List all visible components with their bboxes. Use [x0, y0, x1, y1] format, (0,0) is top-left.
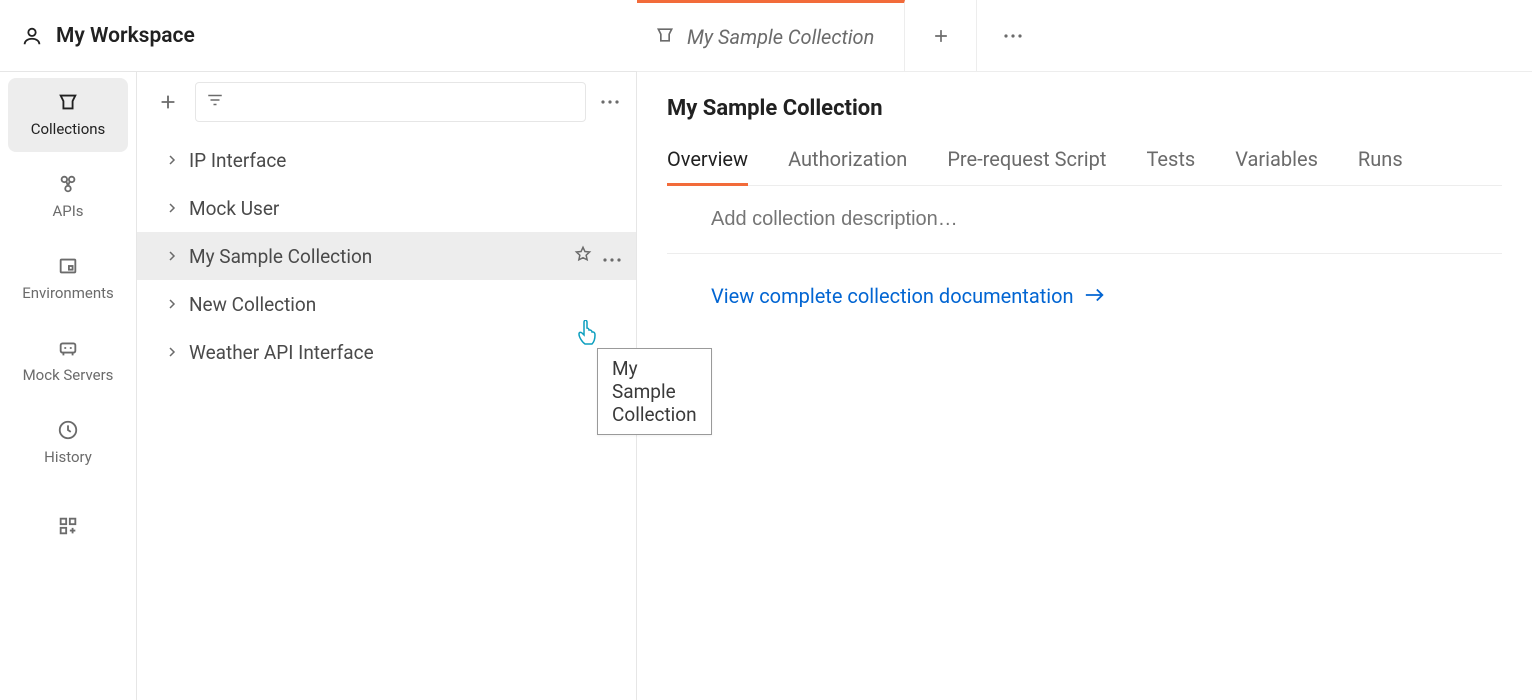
- collection-row-label: New Collection: [189, 293, 316, 316]
- sidebar-item-apis[interactable]: APIs: [8, 160, 128, 234]
- sidebar-item-more[interactable]: [8, 508, 128, 544]
- tab-more-button[interactable]: [977, 0, 1049, 71]
- arrow-right-icon: [1084, 284, 1106, 308]
- collection-row-label: My Sample Collection: [189, 245, 372, 268]
- chevron-right-icon: [161, 298, 183, 310]
- subtab-runs[interactable]: Runs: [1358, 147, 1403, 185]
- workspace-switcher[interactable]: My Workspace: [20, 24, 195, 48]
- workspace-title: My Workspace: [56, 24, 195, 48]
- apis-icon: [56, 172, 80, 196]
- collection-row[interactable]: Mock User: [137, 184, 636, 232]
- sidebar-item-label: Collections: [31, 120, 106, 138]
- sidebar-item-environments[interactable]: Environments: [8, 242, 128, 316]
- chevron-right-icon: [161, 154, 183, 166]
- chevron-right-icon: [161, 250, 183, 262]
- sidebar-item-label: History: [44, 448, 92, 466]
- collection-row[interactable]: New Collection: [137, 280, 636, 328]
- doc-link-label: View complete collection documentation: [711, 284, 1074, 308]
- grid-plus-icon: [56, 514, 80, 538]
- subtab-overview[interactable]: Overview: [667, 147, 748, 185]
- chevron-right-icon: [161, 202, 183, 214]
- user-icon: [20, 24, 44, 48]
- collection-row-selected[interactable]: My Sample Collection: [137, 232, 636, 280]
- description-input[interactable]: [711, 208, 1502, 231]
- collection-icon: [655, 25, 675, 50]
- description-row: [667, 186, 1502, 254]
- row-more-icon[interactable]: [602, 245, 622, 268]
- tab-bar: My Sample Collection: [637, 0, 1532, 72]
- tab-add-button[interactable]: [905, 0, 977, 71]
- collection-list-more-button[interactable]: [596, 88, 624, 116]
- view-documentation-link[interactable]: View complete collection documentation: [711, 284, 1106, 308]
- collection-row-label: Mock User: [189, 197, 279, 220]
- sidebar-item-label: Environments: [22, 284, 114, 302]
- tab-collection[interactable]: My Sample Collection: [637, 0, 905, 71]
- filter-icon: [206, 91, 224, 113]
- collection-list-panel: IP Interface Mock User My Sample Collect…: [137, 72, 637, 700]
- chevron-right-icon: [161, 346, 183, 358]
- filter-input[interactable]: [195, 82, 586, 122]
- collection-row-label: IP Interface: [189, 149, 286, 172]
- collection-row-actions: [574, 245, 636, 268]
- mock-servers-icon: [56, 336, 80, 360]
- sidebar-item-label: APIs: [52, 202, 83, 220]
- collection-row[interactable]: IP Interface: [137, 136, 636, 184]
- sidebar: Collections APIs Environments: [0, 72, 137, 700]
- environments-icon: [56, 254, 80, 278]
- subtab-variables[interactable]: Variables: [1235, 147, 1318, 185]
- collection-subtabs: Overview Authorization Pre-request Scrip…: [667, 147, 1502, 186]
- sidebar-item-mock-servers[interactable]: Mock Servers: [8, 324, 128, 398]
- main-panel: My Sample Collection My Sample Collectio…: [637, 72, 1532, 700]
- history-icon: [56, 418, 80, 442]
- collection-list-toolbar: [137, 72, 636, 130]
- collection-row-label: Weather API Interface: [189, 341, 374, 364]
- add-collection-button[interactable]: [151, 82, 185, 122]
- collection-content: My Sample Collection Overview Authorizat…: [637, 72, 1532, 700]
- doc-link-row: View complete collection documentation: [667, 254, 1502, 308]
- tab-label: My Sample Collection: [687, 25, 874, 49]
- subtab-pre-request-script[interactable]: Pre-request Script: [947, 147, 1106, 185]
- collection-title: My Sample Collection: [667, 96, 1502, 121]
- collection-row[interactable]: Weather API Interface: [137, 328, 636, 376]
- subtab-authorization[interactable]: Authorization: [788, 147, 907, 185]
- sidebar-item-history[interactable]: History: [8, 406, 128, 480]
- star-icon[interactable]: [574, 245, 592, 268]
- subtab-tests[interactable]: Tests: [1146, 147, 1195, 185]
- collection-tree: IP Interface Mock User My Sample Collect…: [137, 130, 636, 376]
- sidebar-item-label: Mock Servers: [23, 366, 114, 384]
- sidebar-item-collections[interactable]: Collections: [8, 78, 128, 152]
- collections-icon: [56, 90, 80, 114]
